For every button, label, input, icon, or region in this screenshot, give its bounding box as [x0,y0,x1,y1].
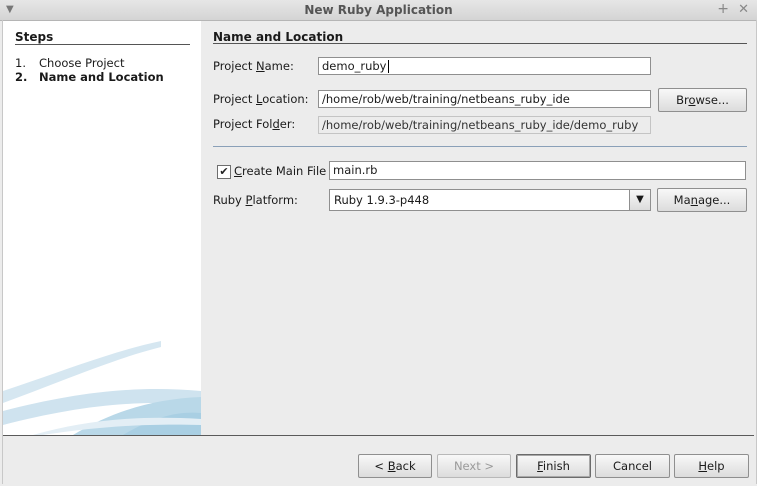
project-location-label: Project Location: [213,92,309,106]
dropdown-arrow-icon[interactable]: ▼ [629,190,650,210]
separator [213,146,747,147]
section-divider [213,43,747,44]
steps-title: Steps [15,30,54,44]
project-name-label: Project Name: [213,59,294,73]
main-file-input[interactable]: main.rb [329,161,746,180]
project-folder-field: /home/rob/web/training/netbeans_ruby_ide… [318,116,651,134]
ruby-platform-label: Ruby Platform: [213,193,298,207]
footer-divider [3,435,754,436]
finish-button[interactable]: Finish [516,454,591,478]
close-icon[interactable]: ✕ [738,2,749,17]
cancel-button[interactable]: Cancel [595,454,670,478]
manage-button[interactable]: Manage... [657,188,747,212]
netbeans-swoosh-graphic [3,341,201,435]
browse-button[interactable]: Browse... [658,88,747,112]
ruby-platform-select[interactable]: Ruby 1.9.3-p448 ▼ [329,189,651,211]
steps-panel: Steps 1. Choose Project 2. Name and Locati… [3,21,201,435]
step-number: 2. [15,70,28,84]
project-location-input[interactable]: /home/rob/web/training/netbeans_ruby_ide [318,90,651,108]
step-name-and-location: 2. Name and Location [15,70,164,84]
step-choose-project: 1. Choose Project [15,56,124,70]
window-title: New Ruby Application [304,3,453,17]
ruby-platform-value: Ruby 1.9.3-p448 [334,193,430,207]
project-name-input[interactable]: demo_ruby [318,57,651,75]
project-folder-label: Project Folder: [213,117,296,131]
step-number: 1. [15,56,26,70]
create-main-file-label[interactable]: Create Main File [234,164,326,178]
help-button[interactable]: Help [674,454,749,478]
back-button[interactable]: < Back [358,454,432,478]
create-main-file-checkbox[interactable]: ✔ [217,165,231,179]
section-title: Name and Location [213,30,344,44]
pin-icon[interactable]: + [717,1,729,17]
step-label: Name and Location [39,70,164,84]
next-button[interactable]: Next > [437,454,511,478]
title-bar: ▼ New Ruby Application + ✕ [0,0,757,21]
step-label: Choose Project [39,56,125,70]
steps-divider [15,44,190,45]
